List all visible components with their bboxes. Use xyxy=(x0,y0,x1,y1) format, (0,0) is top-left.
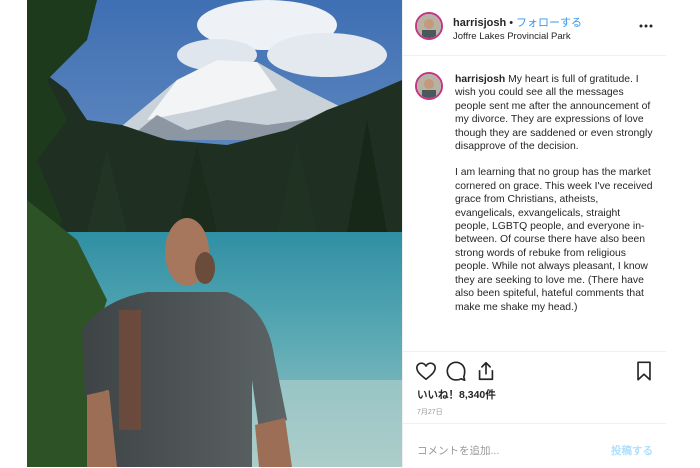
instagram-post: harrisjosh • フォローする Joffre Lakes Provincia… xyxy=(27,0,666,467)
comment-input[interactable]: コメントを追加... xyxy=(417,443,499,458)
post-comment-button[interactable]: 投稿する xyxy=(611,443,653,458)
comment-form: コメントを追加... 投稿する xyxy=(403,423,666,468)
header-separator: • xyxy=(509,17,514,29)
follow-button[interactable]: フォローする xyxy=(516,17,582,29)
heart-icon[interactable] xyxy=(415,360,437,382)
avatar[interactable] xyxy=(415,72,443,100)
caption-paragraph-2: I am learning that no group has the mark… xyxy=(455,167,653,313)
likes-count[interactable]: いいね！8,340件 xyxy=(417,387,496,402)
header-username-line: harrisjosh • フォローする xyxy=(453,14,582,30)
post-date[interactable]: 7月27日 xyxy=(417,407,443,417)
post-photo[interactable] xyxy=(27,0,402,467)
profile-picture xyxy=(417,74,441,98)
location-link[interactable]: Joffre Lakes Provincial Park xyxy=(453,31,571,42)
profile-picture xyxy=(417,14,441,38)
post-details-panel: harrisjosh • フォローする Joffre Lakes Provincia… xyxy=(402,0,666,467)
more-options-icon[interactable] xyxy=(638,18,654,34)
caption-username[interactable]: harrisjosh xyxy=(455,74,505,85)
share-icon[interactable] xyxy=(475,360,497,382)
header-username[interactable]: harrisjosh xyxy=(453,17,506,29)
comments-scroll-area[interactable]: harrisjosh My heart is full of gratitude… xyxy=(403,56,666,352)
action-bar xyxy=(403,352,666,382)
avatar[interactable] xyxy=(415,12,443,40)
post-caption: harrisjosh My heart is full of gratitude… xyxy=(455,73,655,314)
comment-icon[interactable] xyxy=(445,360,467,382)
bookmark-icon[interactable] xyxy=(633,360,655,382)
caption-paragraph-1: My heart is full of gratitude. I wish yo… xyxy=(455,74,653,153)
lake-mountain-photo xyxy=(27,0,402,467)
post-header: harrisjosh • フォローする Joffre Lakes Provincia… xyxy=(403,0,666,56)
